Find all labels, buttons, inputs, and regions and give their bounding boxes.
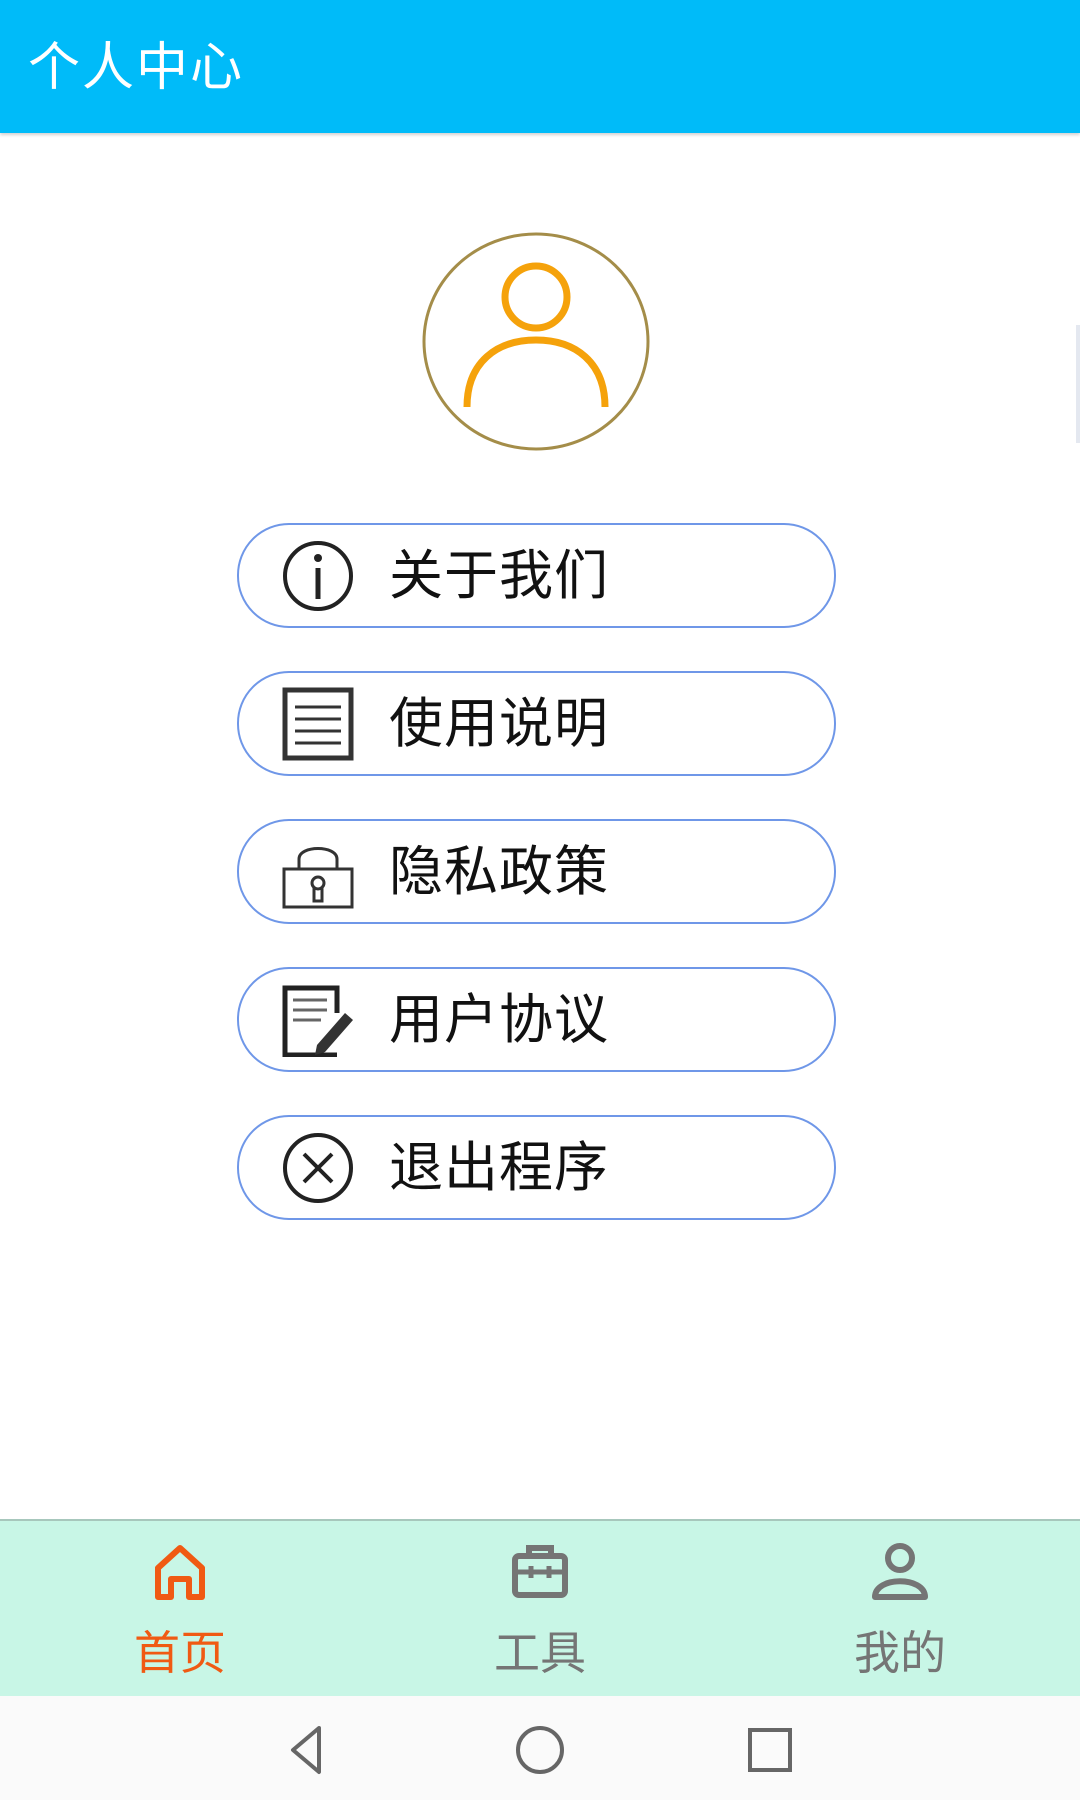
edit-document-icon [281, 983, 355, 1058]
tab-tools[interactable]: 工具 [440, 1521, 640, 1698]
settings-menu: 关于我们 使用说明 隐私政策 用户协议 退出程序 [237, 523, 836, 1263]
privacy-policy-label: 隐私政策 [389, 840, 609, 903]
home-circle-icon[interactable] [510, 1720, 570, 1780]
about-us-button[interactable]: 关于我们 [237, 523, 836, 628]
privacy-policy-button[interactable]: 隐私政策 [237, 819, 836, 924]
exit-app-label: 退出程序 [389, 1136, 609, 1199]
system-navigation-bar [0, 1696, 1080, 1800]
document-icon [281, 687, 355, 761]
tab-home[interactable]: 首页 [80, 1521, 280, 1698]
user-agreement-button[interactable]: 用户协议 [237, 967, 836, 1072]
bottom-navigation: 首页 工具 我的 [0, 1519, 1080, 1698]
tab-tools-label: 工具 [494, 1626, 586, 1680]
tab-home-label: 首页 [134, 1626, 226, 1680]
page-title: 个人中心 [28, 38, 245, 98]
recents-icon[interactable] [740, 1720, 800, 1780]
about-us-label: 关于我们 [389, 544, 609, 607]
tab-mine-label: 我的 [854, 1626, 946, 1680]
user-agreement-label: 用户协议 [389, 988, 609, 1051]
toolbox-icon [510, 1541, 570, 1601]
close-circle-icon [281, 1131, 355, 1205]
exit-app-button[interactable]: 退出程序 [237, 1115, 836, 1220]
scroll-indicator [1076, 325, 1080, 443]
info-icon [281, 539, 355, 613]
back-icon[interactable] [277, 1720, 337, 1780]
lock-icon [281, 835, 355, 909]
home-icon [150, 1541, 210, 1601]
tab-mine[interactable]: 我的 [800, 1521, 1000, 1698]
person-icon [870, 1541, 930, 1601]
instructions-button[interactable]: 使用说明 [237, 671, 836, 776]
instructions-label: 使用说明 [389, 692, 609, 755]
app-header: 个人中心 [0, 0, 1080, 133]
user-avatar-icon[interactable] [422, 232, 650, 451]
